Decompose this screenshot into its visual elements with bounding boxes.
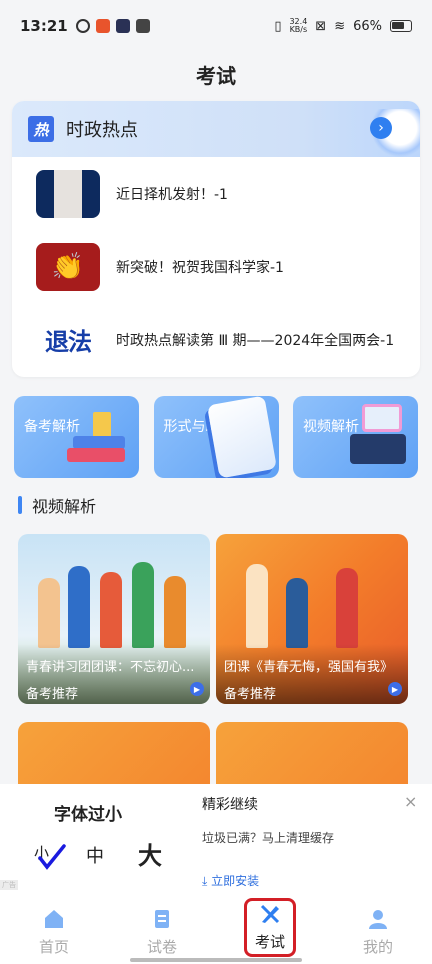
notebook-icon — [206, 396, 277, 478]
news-title: 新突破！祝贺我国科学家-1 — [116, 259, 284, 276]
vibrate-icon: ▯ — [274, 18, 282, 34]
app-notification-icon — [75, 19, 90, 33]
ad-description: 垃圾已满？马上清理缓存 — [202, 831, 335, 845]
hot-logo-icon: 热 — [28, 116, 54, 142]
section-accent-bar — [18, 496, 22, 514]
category-video[interactable]: 视频解析 — [293, 396, 418, 478]
category-exam-prep[interactable]: 备考解析 — [14, 396, 139, 478]
hot-topics-card: 热 时政热点 › 近日择机发射！-1 👏 新突破！祝贺我国科学家-1 退法 时政… — [12, 101, 420, 377]
nav-label: 考试 — [254, 932, 285, 951]
nav-label: 试卷 — [146, 937, 177, 956]
video-grid: 青春讲习团团课：不忘初心... 备考推荐 ▶ 团课《青春无悔，强国有我》 备考推… — [18, 534, 410, 784]
install-button[interactable]: ⤓ 立即安装 — [202, 872, 259, 889]
download-icon: ⤓ — [202, 874, 208, 888]
pencil-ruler-icon — [260, 904, 280, 923]
bottom-nav: 首页 试卷 考试 我的 — [0, 897, 432, 964]
app-notification-icon — [95, 19, 110, 33]
news-thumbnail — [36, 169, 100, 218]
status-right: ▯ 32.4 KB/s ⊠ ≋ 66% — [274, 18, 412, 34]
battery-percent: 66% — [353, 18, 382, 34]
nav-label: 首页 — [38, 937, 69, 956]
net-speed-unit: KB/s — [289, 25, 308, 34]
news-item[interactable]: 近日择机发射！-1 — [12, 157, 420, 230]
video-player-icon — [350, 402, 412, 470]
section-title: 视频解析 — [32, 497, 97, 516]
font-size-large-option[interactable]: 大 — [138, 836, 162, 871]
ad-title: 精彩继续 — [202, 797, 258, 813]
video-title: 团课《青春无悔，强国有我》 — [224, 660, 394, 675]
news-title: 近日择机发射！-1 — [116, 186, 228, 203]
scroll-icon — [155, 909, 169, 928]
news-title: 时政热点解读第 Ⅲ 期——2024年全国两会-1 — [116, 332, 395, 349]
chevron-right-icon[interactable]: › — [370, 117, 392, 139]
font-popup-title: 字体过小 — [54, 805, 122, 825]
news-thumbnail: 👏 — [36, 242, 100, 291]
status-time: 13:21 — [20, 17, 68, 35]
clapping-hands-icon: 👏 — [51, 251, 85, 282]
video-thumbnail — [226, 558, 396, 648]
wifi-icon: ≋ — [334, 18, 346, 34]
video-card[interactable]: 团课《青春无悔，强国有我》 备考推荐 ▶ — [216, 534, 408, 704]
video-caption: 团课《青春无悔，强国有我》 备考推荐 — [216, 644, 408, 704]
video-thumbnail — [28, 558, 198, 648]
nav-item-papers[interactable]: 试卷 — [108, 900, 216, 964]
news-item[interactable]: 👏 新突破！祝贺我国科学家-1 — [12, 230, 420, 303]
video-title: 青春讲习团团课：不忘初心... — [26, 660, 195, 675]
category-policy[interactable]: 形式与政策 — [153, 396, 279, 478]
install-label: 立即安装 — [211, 874, 260, 888]
home-icon — [45, 909, 63, 928]
notification-icons — [75, 19, 150, 33]
nav-item-home[interactable]: 首页 — [0, 900, 108, 964]
play-icon[interactable]: ▶ — [388, 682, 402, 696]
hot-topics-header[interactable]: 热 时政热点 › — [12, 101, 420, 157]
video-subtitle: 备考推荐 — [224, 687, 277, 702]
page-title: 考试 — [196, 64, 236, 88]
font-size-popup: 字体过小 小 中 大 精彩继续 × 垃圾已满？马上清理缓存 ⤓ 立即安装 广告 — [0, 784, 432, 900]
person-icon — [369, 909, 387, 929]
app-notification-icon — [135, 19, 150, 33]
app-notification-icon — [115, 19, 130, 33]
nav-item-profile[interactable]: 我的 — [324, 900, 432, 964]
category-tiles: 备考解析 形式与政策 视频解析 — [14, 396, 418, 478]
news-item[interactable]: 退法 时政热点解读第 Ⅲ 期——2024年全国两会-1 — [12, 303, 420, 376]
play-icon[interactable]: ▶ — [190, 682, 204, 696]
video-card[interactable]: 青春讲习团团课：不忘初心... 备考推荐 ▶ — [18, 534, 210, 704]
video-section-heading: 视频解析 — [18, 493, 96, 517]
video-caption: 青春讲习团团课：不忘初心... 备考推荐 — [18, 644, 210, 704]
news-thumbnail: 退法 — [36, 315, 100, 364]
active-highlight: 考试 — [243, 897, 296, 957]
video-card[interactable] — [216, 722, 408, 784]
video-card[interactable] — [18, 722, 210, 784]
home-indicator[interactable] — [130, 958, 302, 962]
battery-icon — [390, 20, 412, 32]
font-size-medium-option[interactable]: 中 — [86, 842, 104, 868]
nav-item-exam[interactable]: 考试 — [216, 897, 324, 964]
close-icon[interactable]: × — [404, 792, 417, 811]
books-icon — [67, 412, 127, 468]
network-speed: 32.4 KB/s — [289, 18, 307, 34]
checkmark-icon — [38, 844, 66, 870]
ad-watermark: 广告 — [0, 880, 18, 890]
hot-topics-title: 时政热点 — [66, 120, 138, 141]
nav-label: 我的 — [362, 937, 393, 956]
sim-icon: ⊠ — [315, 18, 327, 34]
status-bar: 13:21 ▯ 32.4 KB/s ⊠ ≋ 66% — [0, 0, 432, 52]
video-subtitle: 备考推荐 — [26, 687, 79, 702]
